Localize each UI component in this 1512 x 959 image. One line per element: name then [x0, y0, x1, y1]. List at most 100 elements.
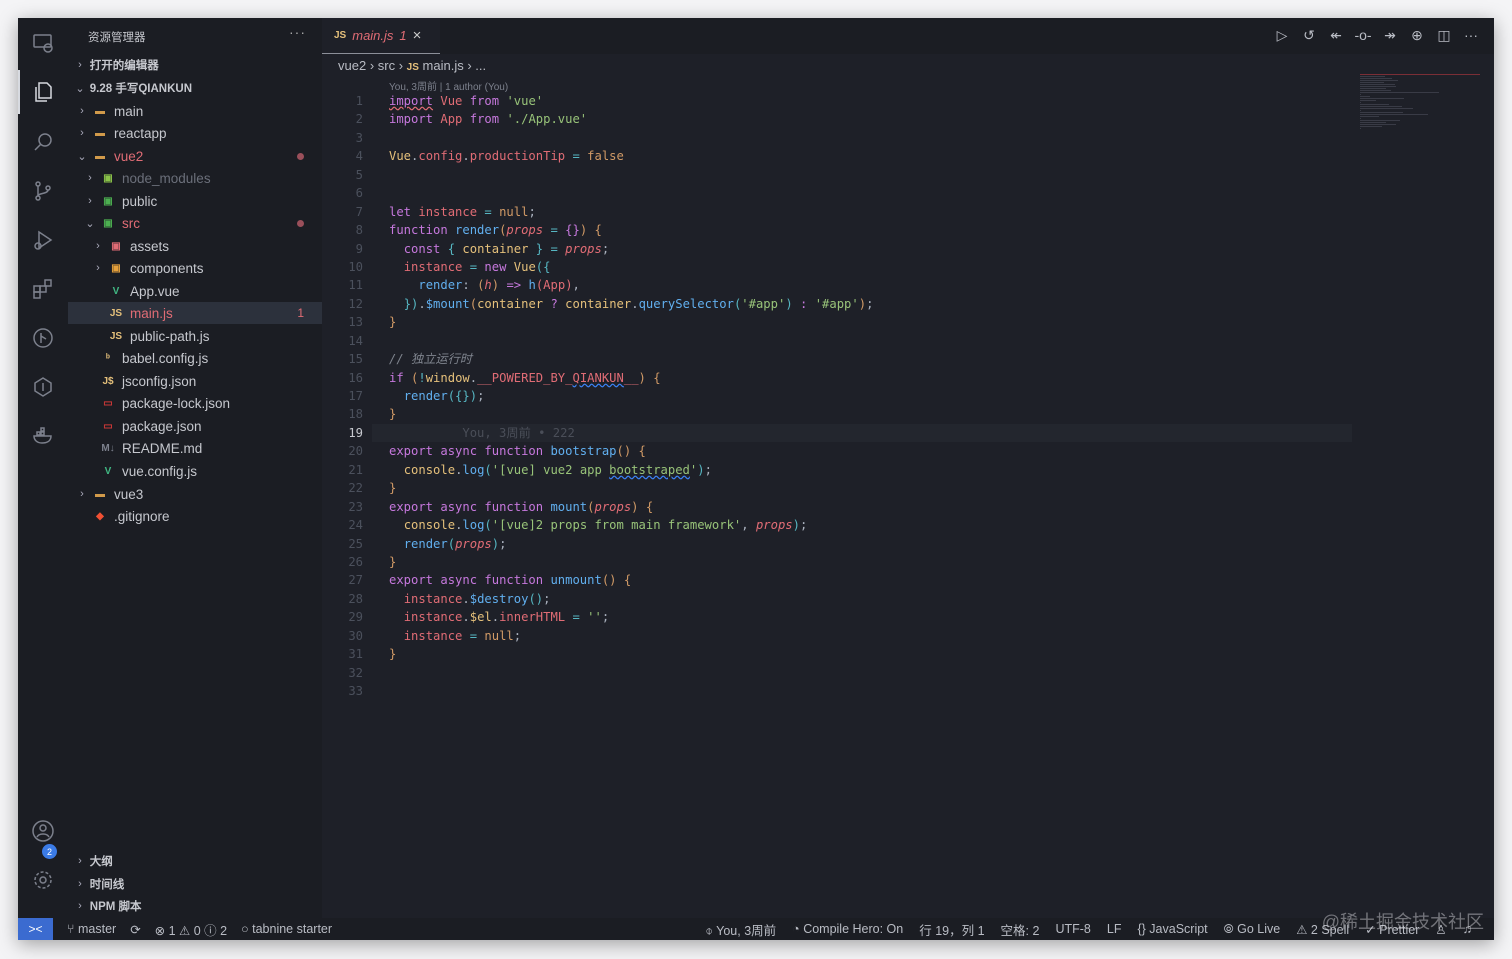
gitlens-icon[interactable] — [30, 325, 56, 351]
code-token: Vue — [513, 259, 536, 274]
tree-item[interactable]: JS public-path.js — [68, 325, 322, 347]
run-icon[interactable]: ▷ — [1273, 26, 1291, 44]
code-token: export — [389, 444, 434, 459]
tree-item[interactable]: ▭ package.json — [68, 415, 322, 437]
tree-item[interactable]: › ▣ public — [68, 190, 322, 212]
docker-icon[interactable] — [30, 423, 56, 449]
history-icon[interactable]: ↺ — [1300, 26, 1318, 44]
section-header[interactable]: › 打开的编辑器 — [68, 54, 322, 76]
cursor-position[interactable]: 行 19，列 1 — [919, 920, 984, 939]
encoding[interactable]: UTF-8 — [1055, 922, 1090, 936]
line-number: 20 — [348, 444, 363, 459]
source-control-icon[interactable] — [30, 178, 56, 204]
tree-item[interactable]: › ▣ assets — [68, 235, 322, 257]
modified-dot — [297, 152, 304, 160]
code-line: console.log('[vue] vue2 app bootstraped'… — [389, 461, 712, 479]
remote-explorer-icon[interactable] — [30, 30, 56, 56]
commit-icon[interactable]: -o- — [1354, 26, 1372, 44]
go-live-button[interactable]: ⦾ Go Live — [1224, 922, 1281, 937]
code-token: '#app' — [814, 296, 859, 311]
search-icon[interactable] — [30, 129, 56, 155]
accounts-icon[interactable] — [30, 818, 56, 844]
code-line: export async function mount(props) { — [389, 498, 653, 516]
markdown-icon: M↓ — [101, 442, 115, 454]
section-label: NPM 脚本 — [89, 901, 142, 913]
code-token: ) — [491, 536, 500, 551]
settings-icon[interactable] — [30, 867, 56, 893]
indentation[interactable]: 空格: 2 — [1001, 920, 1040, 939]
tree-item[interactable]: M↓ README.md — [68, 437, 322, 459]
remote-indicator[interactable]: >< — [18, 918, 53, 940]
next-change-icon[interactable]: ↠ — [1381, 26, 1399, 44]
tree-item[interactable]: ⌄ ▬ vue2 — [68, 145, 322, 167]
more-icon[interactable]: ··· — [1462, 26, 1480, 44]
minimap-line — [1360, 80, 1399, 81]
tree-item[interactable]: › ▬ vue3 — [68, 483, 322, 505]
vscode-window: 2 资源管理器 ··· › 打开的编辑器 ⌄ 9.28 手写QIANKUN › ▬ ma… — [18, 18, 1494, 940]
tree-item[interactable]: Vvue.config.js — [68, 460, 322, 482]
minimap-line — [1360, 112, 1404, 113]
breadcrumb-vue2[interactable]: vue2 — [338, 58, 366, 73]
more-actions-button[interactable]: ··· — [289, 24, 306, 40]
tab-label: main.js — [352, 28, 394, 43]
line-number: 25 — [348, 536, 363, 551]
explorer-sidebar: 资源管理器 ··· › 打开的编辑器 ⌄ 9.28 手写QIANKUN › ▬ main… — [68, 18, 322, 918]
problems-status[interactable]: ⊗ 1 ⚠ 0 ⓘ 2 — [155, 920, 227, 939]
code-token: unmount — [550, 573, 602, 588]
blame-status[interactable]: ⌽ You, 3周前 — [705, 920, 776, 939]
code-token: ) — [792, 518, 800, 533]
code-token: productionTip — [469, 149, 566, 164]
compile-hero-status[interactable]: ◔ Compile Hero: On — [792, 922, 903, 936]
line-number: 2 — [355, 112, 363, 127]
tree-item[interactable]: › ▬ reactapp — [68, 122, 322, 144]
section-header[interactable]: ⌄ 9.28 手写QIANKUN — [68, 77, 322, 99]
split-editor-icon[interactable]: ◫ — [1435, 26, 1453, 44]
line-number: 13 — [348, 315, 363, 330]
section-header[interactable]: › NPM 脚本 — [68, 895, 322, 917]
tree-item[interactable]: › ▣ components — [68, 257, 322, 279]
section-header[interactable]: › 大纲 — [68, 850, 322, 872]
tree-item[interactable]: ◆ .gitignore — [68, 505, 322, 527]
code-token: log — [462, 518, 485, 533]
close-icon[interactable]: × — [413, 27, 422, 44]
code-token: }) — [403, 296, 419, 311]
explorer-icon[interactable] — [30, 79, 56, 105]
tree-item[interactable]: J$ jsconfig.json — [68, 370, 322, 392]
tree-item[interactable]: › ▣ node_modules — [68, 167, 322, 189]
tree-item[interactable]: ▭ package-lock.json — [68, 392, 322, 414]
code-token: null — [484, 628, 514, 643]
folder-open-icon: ▬ — [95, 150, 105, 162]
breadcrumb-symbol[interactable]: ... — [475, 58, 486, 73]
codelens-blame[interactable]: You, 3周前 | 1 author (You) — [389, 78, 508, 93]
tree-item[interactable]: › ▬ main — [68, 100, 322, 122]
breadcrumb-main-js[interactable]: main.js — [423, 58, 464, 73]
code-token: render — [455, 223, 500, 238]
minimap-line — [1360, 94, 1362, 95]
line-number: 5 — [355, 167, 363, 182]
language-mode[interactable]: {} JavaScript — [1137, 922, 1207, 936]
breadcrumb-src[interactable]: src — [378, 58, 395, 73]
section-header[interactable]: › 时间线 — [68, 873, 322, 895]
tree-item[interactable]: ᵇ babel.config.js — [68, 347, 322, 369]
run-debug-icon[interactable] — [30, 227, 56, 253]
tree-item[interactable]: ⌄ ▣ src — [68, 212, 322, 234]
timeline-icon[interactable] — [30, 374, 56, 400]
tree-item[interactable]: JS main.js 1 — [68, 302, 322, 324]
tabnine-status[interactable]: ○ tabnine starter — [241, 922, 332, 936]
minimap[interactable] — [1360, 74, 1480, 144]
tree-item[interactable]: V App.vue — [68, 280, 322, 302]
eol[interactable]: LF — [1107, 922, 1122, 936]
sync-icon[interactable]: ⟳ — [130, 922, 140, 937]
extensions-icon[interactable] — [30, 276, 56, 302]
prev-change-icon[interactable]: ↞ — [1327, 26, 1345, 44]
blame-label: You, 3周前 — [716, 923, 777, 938]
gitlens-icon[interactable]: ⊕ — [1408, 26, 1426, 44]
code-token: mount — [550, 499, 588, 514]
branch-status[interactable]: ⑂ master — [67, 922, 116, 936]
breadcrumb: vue2 › src › JS main.js › ... — [338, 58, 487, 73]
tab-main-js[interactable]: JS main.js 1 × — [322, 18, 440, 54]
